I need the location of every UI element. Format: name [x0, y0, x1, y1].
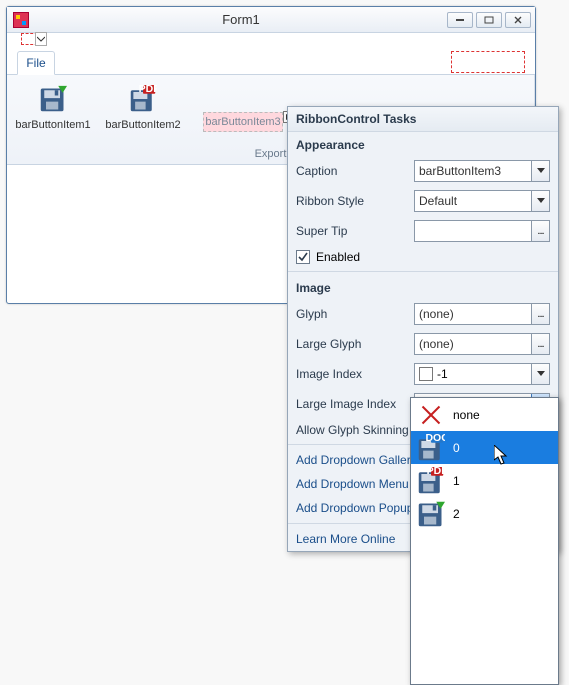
prop-enabled[interactable]: Enabled: [288, 246, 558, 268]
ellipsis-button[interactable]: ...: [531, 304, 549, 324]
prop-label: Caption: [296, 164, 408, 178]
prop-label: Large Glyph: [296, 337, 408, 351]
prop-label: Image Index: [296, 367, 408, 381]
svg-text:PDF: PDF: [139, 85, 157, 95]
section-image: Image: [288, 275, 558, 299]
prop-large-glyph: Large Glyph (none)...: [288, 329, 558, 359]
prop-image-index: Image Index -1: [288, 359, 558, 389]
prop-super-tip: Super Tip ...: [288, 216, 558, 246]
form-icon: [13, 12, 29, 28]
enabled-checkbox[interactable]: [296, 250, 310, 264]
window-title: Form1: [35, 12, 447, 27]
svg-text:PDF: PDF: [427, 467, 445, 477]
close-button[interactable]: [505, 12, 531, 28]
qat-dropdown-button[interactable]: [35, 32, 47, 46]
floppy-pdf-icon: PDF: [127, 83, 159, 115]
prop-label: Super Tip: [296, 224, 408, 238]
ellipsis-button[interactable]: ...: [531, 334, 549, 354]
floppy-pdf-icon: PDF: [417, 467, 445, 495]
tab-placeholder: [451, 51, 525, 73]
prop-caption: Caption barButtonItem3: [288, 156, 558, 186]
prop-ribbon-style: Ribbon Style Default: [288, 186, 558, 216]
section-appearance: Appearance: [288, 132, 558, 156]
image-swatch: [419, 367, 433, 381]
chevron-down-icon[interactable]: [531, 191, 549, 211]
bar-button-item-1[interactable]: barButtonItem1: [15, 79, 91, 131]
panel-title: RibbonControl Tasks: [288, 107, 558, 132]
bar-item-label: barButtonItem2: [105, 119, 180, 131]
ribbon-style-combo[interactable]: Default: [414, 190, 550, 212]
enabled-label: Enabled: [316, 250, 360, 264]
svg-text:DOC: DOC: [425, 434, 445, 444]
dropdown-item-2[interactable]: 2: [411, 497, 558, 530]
floppy-green-icon: [37, 83, 69, 115]
prop-label: Large Image Index: [296, 397, 408, 411]
none-icon: [417, 401, 445, 429]
minimize-button[interactable]: [447, 12, 473, 28]
glyph-field[interactable]: (none)...: [414, 303, 550, 325]
floppy-doc-icon: DOC: [417, 434, 445, 462]
caption-combo[interactable]: barButtonItem3: [414, 160, 550, 182]
dropdown-item-1[interactable]: PDF 1: [411, 464, 558, 497]
prop-glyph: Glyph (none)...: [288, 299, 558, 329]
image-index-dropdown[interactable]: none DOC 0 PDF 1 2: [410, 397, 559, 685]
image-index-combo[interactable]: -1: [414, 363, 550, 385]
large-glyph-field[interactable]: (none)...: [414, 333, 550, 355]
titlebar[interactable]: Form1: [7, 7, 535, 33]
selected-bar-item-placeholder[interactable]: barButtonItem3: [203, 112, 283, 132]
prop-label: Ribbon Style: [296, 194, 408, 208]
floppy-green-icon: [417, 500, 445, 528]
bar-item-label: barButtonItem1: [15, 119, 90, 131]
prop-label: Glyph: [296, 307, 408, 321]
window-buttons: [447, 12, 531, 28]
prop-label: Allow Glyph Skinning: [296, 423, 409, 437]
ellipsis-button[interactable]: ...: [531, 221, 549, 241]
ribbon-tabs: File: [7, 47, 535, 75]
mouse-cursor-icon: [494, 445, 510, 467]
quick-access-toolbar: [7, 33, 535, 47]
divider: [288, 271, 558, 272]
dropdown-item-0[interactable]: DOC 0: [411, 431, 558, 464]
chevron-down-icon[interactable]: [531, 364, 549, 384]
maximize-button[interactable]: [476, 12, 502, 28]
bar-button-item-2[interactable]: PDF barButtonItem2: [105, 79, 181, 131]
file-tab[interactable]: File: [17, 51, 55, 75]
chevron-down-icon[interactable]: [531, 161, 549, 181]
dropdown-item-none[interactable]: none: [411, 398, 558, 431]
super-tip-field[interactable]: ...: [414, 220, 550, 242]
